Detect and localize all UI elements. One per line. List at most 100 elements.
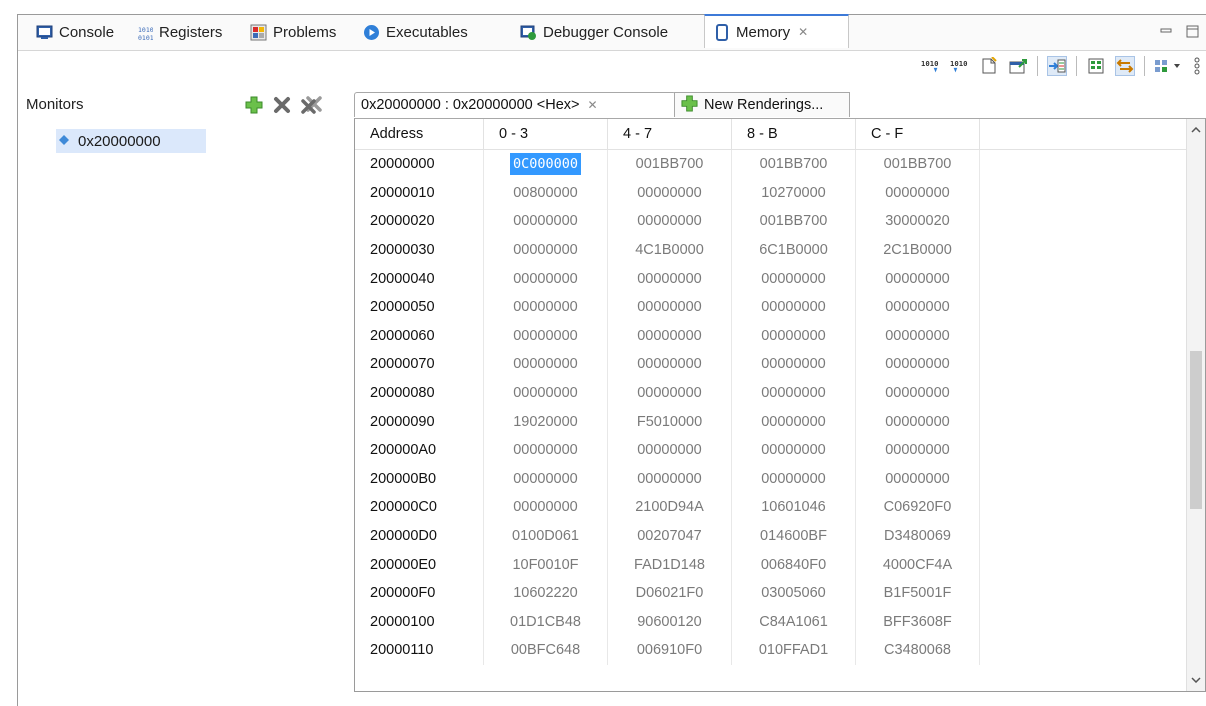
memory-value-cell[interactable]: 10601046 xyxy=(731,493,856,522)
tab-new-renderings[interactable]: New Renderings... xyxy=(674,92,850,117)
tab-hex-rendering[interactable]: 0x20000000 : 0x20000000 <Hex> ✕ xyxy=(354,92,676,117)
memory-value-cell[interactable]: 00000000 xyxy=(607,464,732,494)
memory-value-cell[interactable]: 00000000 xyxy=(607,350,732,379)
memory-value-cell[interactable]: 00000000 xyxy=(607,264,732,293)
memory-value-cell[interactable]: 00000000 xyxy=(731,321,856,351)
memory-value-cell[interactable]: 19020000 xyxy=(483,407,608,436)
memory-value-cell[interactable]: 00000000 xyxy=(731,464,856,494)
close-icon[interactable]: ✕ xyxy=(798,25,808,39)
column-header-address[interactable]: Address xyxy=(355,119,484,150)
memory-value-cell[interactable]: 00000000 xyxy=(855,264,980,293)
column-header-C-F[interactable]: C - F xyxy=(855,119,980,150)
memory-value-cell[interactable]: 00000000 xyxy=(607,378,732,408)
remove-all-monitors-icon[interactable] xyxy=(301,96,323,117)
memory-value-cell[interactable]: 001BB700 xyxy=(731,207,856,236)
scroll-down-icon[interactable] xyxy=(1187,671,1205,689)
export-icon[interactable]: 1010 xyxy=(950,56,970,76)
vertical-scrollbar[interactable] xyxy=(1186,119,1205,691)
memory-value-cell[interactable]: D3480069 xyxy=(855,521,980,551)
memory-value-cell[interactable]: 0100D061 xyxy=(483,521,608,551)
memory-value-cell[interactable]: 10270000 xyxy=(731,178,856,208)
memory-value-cell[interactable]: 2C1B0000 xyxy=(855,235,980,265)
memory-value-cell[interactable]: 4000CF4A xyxy=(855,550,980,579)
memory-value-cell[interactable]: 00000000 xyxy=(607,435,732,465)
memory-value-cell[interactable]: 001BB700 xyxy=(607,149,732,179)
memory-value-cell[interactable]: 00000000 xyxy=(855,407,980,436)
memory-value-cell[interactable]: 010FFAD1 xyxy=(731,636,856,665)
column-header-8-B[interactable]: 8 - B xyxy=(731,119,856,150)
memory-value-cell[interactable]: 00000000 xyxy=(483,321,608,351)
memory-value-cell[interactable]: 00BFC648 xyxy=(483,636,608,665)
memory-value-cell[interactable]: 001BB700 xyxy=(731,149,856,179)
memory-value-cell[interactable]: 00000000 xyxy=(483,493,608,522)
selected-value[interactable]: 0C000000 xyxy=(509,153,582,176)
memory-value-cell[interactable]: 00000000 xyxy=(731,435,856,465)
memory-value-cell[interactable]: 00000000 xyxy=(731,292,856,322)
memory-value-cell[interactable]: 03005060 xyxy=(731,578,856,608)
swap-panes-icon[interactable] xyxy=(1115,56,1135,76)
memory-value-cell[interactable]: 014600BF xyxy=(731,521,856,551)
memory-value-cell[interactable]: 00000000 xyxy=(483,464,608,494)
memory-value-cell[interactable]: 00000000 xyxy=(483,207,608,236)
close-icon[interactable]: ✕ xyxy=(588,98,598,112)
maximize-icon[interactable] xyxy=(1185,24,1199,38)
tab-registers[interactable]: 1010 0101 Registers xyxy=(136,15,223,50)
memory-value-cell[interactable]: 006840F0 xyxy=(731,550,856,579)
memory-value-cell[interactable]: 10602220 xyxy=(483,578,608,608)
memory-value-cell[interactable]: 10F0010F xyxy=(483,550,608,579)
memory-value-cell[interactable]: 0C000000 xyxy=(483,149,608,179)
memory-value-cell[interactable]: 00000000 xyxy=(607,292,732,322)
column-header-0-3[interactable]: 0 - 3 xyxy=(483,119,608,150)
minimize-icon[interactable] xyxy=(1159,24,1173,38)
memory-value-cell[interactable]: 00000000 xyxy=(731,350,856,379)
memory-value-cell[interactable]: 00000000 xyxy=(731,264,856,293)
table-layout-icon[interactable] xyxy=(1086,56,1106,76)
memory-value-cell[interactable]: 006910F0 xyxy=(607,636,732,665)
monitor-item[interactable]: 0x20000000 xyxy=(56,129,206,153)
link-scrolling-icon[interactable] xyxy=(1047,56,1067,76)
tab-memory[interactable]: Memory ✕ xyxy=(704,14,849,48)
remove-monitor-icon[interactable] xyxy=(273,96,291,117)
memory-value-cell[interactable]: 00000000 xyxy=(855,292,980,322)
memory-value-cell[interactable]: 00000000 xyxy=(855,350,980,379)
memory-value-cell[interactable]: D06021F0 xyxy=(607,578,732,608)
memory-value-cell[interactable]: 00000000 xyxy=(607,321,732,351)
memory-value-cell[interactable]: 00207047 xyxy=(607,521,732,551)
memory-value-cell[interactable]: FAD1D148 xyxy=(607,550,732,579)
tab-debugger-console[interactable]: Debugger Console xyxy=(520,15,668,50)
memory-value-cell[interactable]: 00000000 xyxy=(607,178,732,208)
memory-value-cell[interactable]: 30000020 xyxy=(855,207,980,236)
memory-value-cell[interactable]: 6C1B0000 xyxy=(731,235,856,265)
memory-value-cell[interactable]: 00000000 xyxy=(731,378,856,408)
memory-value-cell[interactable]: 01D1CB48 xyxy=(483,607,608,637)
memory-value-cell[interactable]: 00000000 xyxy=(483,378,608,408)
memory-value-cell[interactable]: 90600120 xyxy=(607,607,732,637)
tab-problems[interactable]: Problems xyxy=(250,15,336,50)
memory-value-cell[interactable]: 00000000 xyxy=(483,350,608,379)
scroll-up-icon[interactable] xyxy=(1187,121,1205,139)
memory-value-cell[interactable]: BFF3608F xyxy=(855,607,980,637)
memory-value-cell[interactable]: C84A1061 xyxy=(731,607,856,637)
memory-value-cell[interactable]: B1F5001F xyxy=(855,578,980,608)
memory-value-cell[interactable]: 2100D94A xyxy=(607,493,732,522)
memory-value-cell[interactable]: 001BB700 xyxy=(855,149,980,179)
memory-value-cell[interactable]: 00000000 xyxy=(855,435,980,465)
view-menu-icon[interactable] xyxy=(1193,56,1201,76)
memory-value-cell[interactable]: 00000000 xyxy=(483,292,608,322)
memory-value-cell[interactable]: 00000000 xyxy=(855,464,980,494)
tab-executables[interactable]: Executables xyxy=(363,15,468,50)
new-tab-icon[interactable] xyxy=(979,56,999,76)
tab-console[interactable]: Console xyxy=(36,15,114,50)
memory-value-cell[interactable]: 00000000 xyxy=(731,407,856,436)
memory-value-cell[interactable]: 00000000 xyxy=(855,178,980,208)
memory-value-cell[interactable]: 00000000 xyxy=(855,321,980,351)
memory-value-cell[interactable]: 4C1B0000 xyxy=(607,235,732,265)
memory-value-cell[interactable]: C3480068 xyxy=(855,636,980,665)
memory-value-cell[interactable]: 00000000 xyxy=(607,207,732,236)
add-monitor-icon[interactable] xyxy=(245,96,263,117)
memory-value-cell[interactable]: 00000000 xyxy=(483,264,608,293)
memory-value-cell[interactable]: 00000000 xyxy=(483,235,608,265)
column-header-4-7[interactable]: 4 - 7 xyxy=(607,119,732,150)
go-to-address-icon[interactable] xyxy=(1008,56,1028,76)
scroll-thumb[interactable] xyxy=(1190,351,1202,509)
